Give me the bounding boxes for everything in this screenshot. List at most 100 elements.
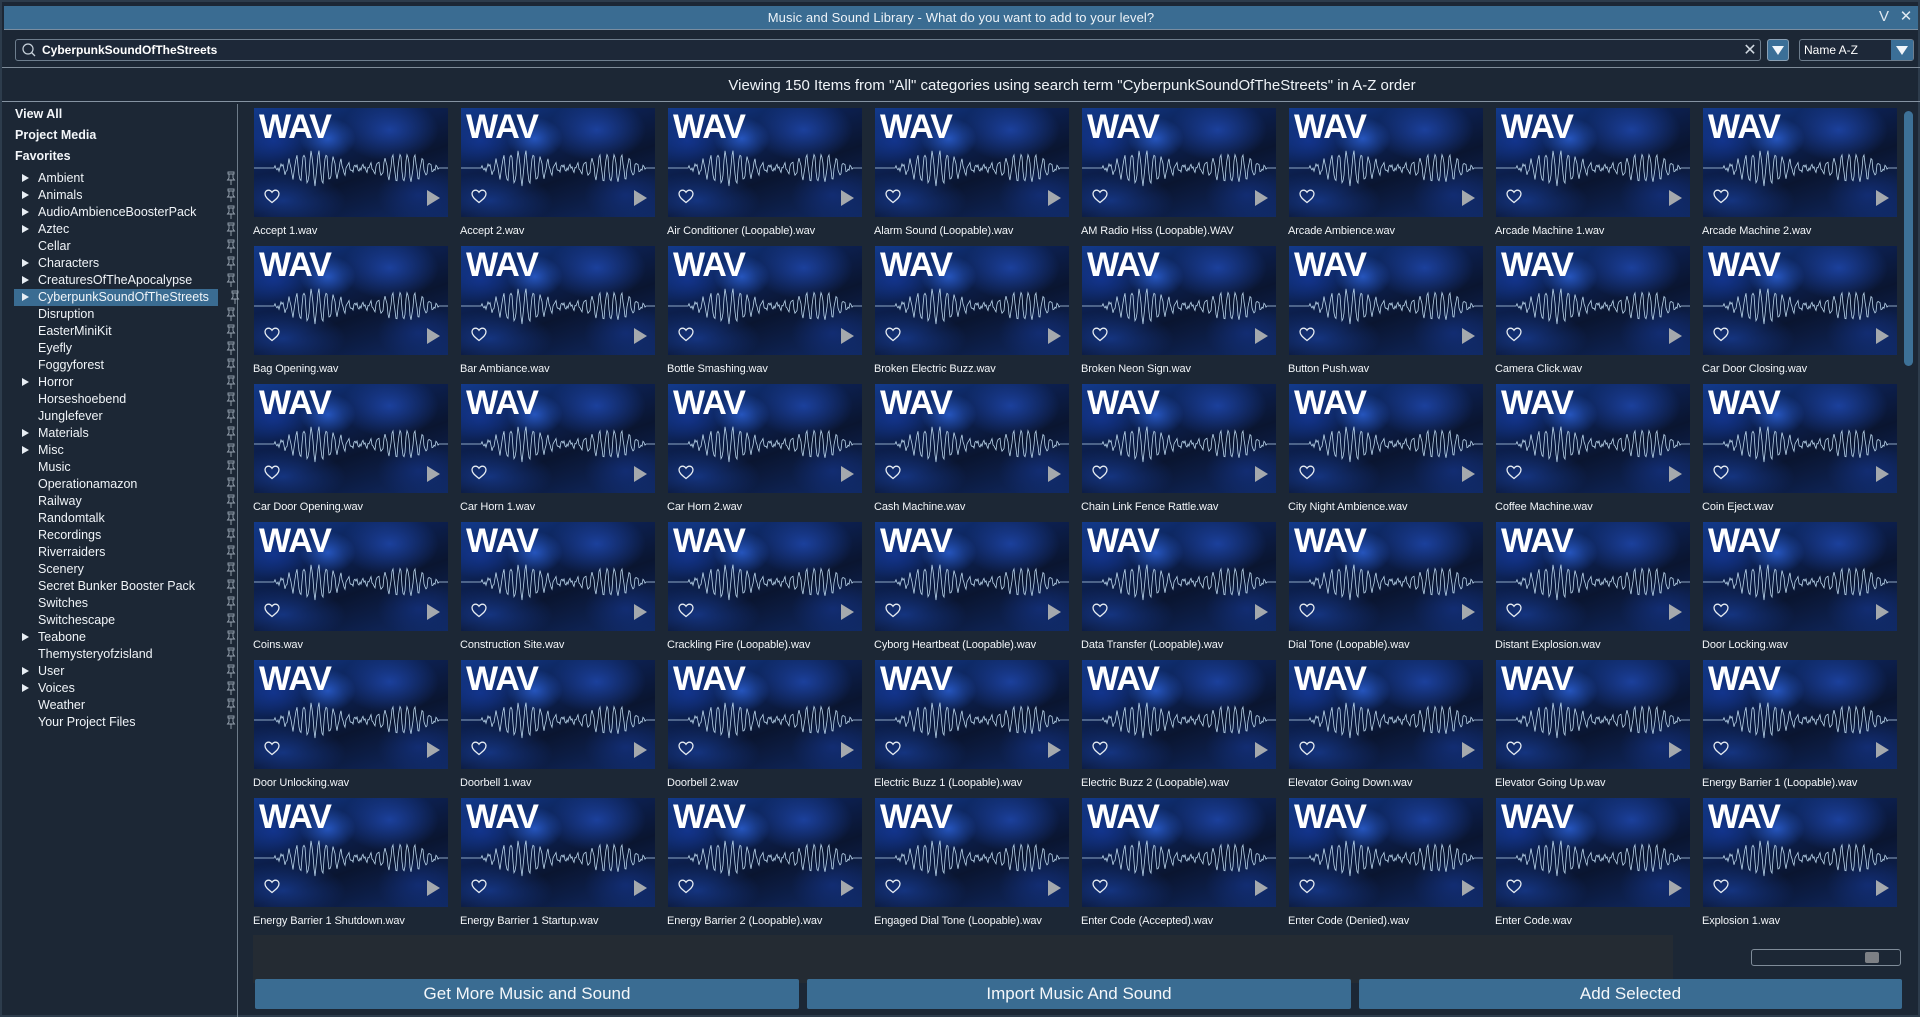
play-icon[interactable] xyxy=(427,604,440,620)
pin-icon[interactable] xyxy=(226,494,236,509)
expand-arrow-icon[interactable] xyxy=(22,378,29,386)
play-icon[interactable] xyxy=(1255,880,1268,896)
sound-item-card[interactable]: WAV Door Locking.wav xyxy=(1699,522,1899,656)
collapse-button[interactable]: V xyxy=(1876,8,1892,26)
play-icon[interactable] xyxy=(427,328,440,344)
sound-thumbnail[interactable]: WAV xyxy=(1082,522,1276,631)
favorite-heart-icon[interactable] xyxy=(1299,465,1315,480)
pin-icon[interactable] xyxy=(226,511,236,526)
sound-thumbnail[interactable]: WAV xyxy=(254,660,448,769)
sound-item-card[interactable]: WAV Car Horn 2.wav xyxy=(664,384,864,518)
play-icon[interactable] xyxy=(841,328,854,344)
sidebar-category-teabone[interactable]: Teabone xyxy=(10,629,236,646)
pin-icon[interactable] xyxy=(226,647,236,662)
pin-icon[interactable] xyxy=(226,613,236,628)
sound-thumbnail[interactable]: WAV xyxy=(1082,384,1276,493)
play-icon[interactable] xyxy=(841,190,854,206)
sidebar-category-switches[interactable]: Switches xyxy=(10,595,236,612)
favorite-heart-icon[interactable] xyxy=(1506,465,1522,480)
play-icon[interactable] xyxy=(1669,466,1682,482)
sound-thumbnail[interactable]: WAV xyxy=(668,384,862,493)
sidebar-category-eyefly[interactable]: Eyefly xyxy=(10,340,236,357)
sound-item-card[interactable]: WAV Explosion 1.wav xyxy=(1699,798,1899,932)
pin-icon[interactable] xyxy=(226,528,236,543)
pin-icon[interactable] xyxy=(226,375,236,390)
favorite-heart-icon[interactable] xyxy=(471,603,487,618)
sidebar-category-scenery[interactable]: Scenery xyxy=(10,561,236,578)
sound-thumbnail[interactable]: WAV xyxy=(461,798,655,907)
expand-arrow-icon[interactable] xyxy=(22,446,29,454)
play-icon[interactable] xyxy=(1876,328,1889,344)
favorite-heart-icon[interactable] xyxy=(678,465,694,480)
sound-item-card[interactable]: WAV Elevator Going Up.wav xyxy=(1492,660,1692,794)
expand-arrow-icon[interactable] xyxy=(22,191,29,199)
favorite-heart-icon[interactable] xyxy=(264,879,280,894)
sidebar-category-junglefever[interactable]: Junglefever xyxy=(10,408,236,425)
play-icon[interactable] xyxy=(841,742,854,758)
play-icon[interactable] xyxy=(841,466,854,482)
sound-thumbnail[interactable]: WAV xyxy=(875,522,1069,631)
play-icon[interactable] xyxy=(634,604,647,620)
sound-item-card[interactable]: WAV Cash Machine.wav xyxy=(871,384,1071,518)
play-icon[interactable] xyxy=(1462,880,1475,896)
favorite-heart-icon[interactable] xyxy=(1713,327,1729,342)
sound-thumbnail[interactable]: WAV xyxy=(1703,246,1897,355)
play-icon[interactable] xyxy=(841,880,854,896)
sound-item-card[interactable]: WAV Car Door Opening.wav xyxy=(250,384,450,518)
sidebar-category-operationamazon[interactable]: Operationamazon xyxy=(10,476,236,493)
pin-icon[interactable] xyxy=(226,273,236,288)
sound-thumbnail[interactable]: WAV xyxy=(1703,798,1897,907)
play-icon[interactable] xyxy=(427,190,440,206)
play-icon[interactable] xyxy=(1876,604,1889,620)
favorite-heart-icon[interactable] xyxy=(264,741,280,756)
sidebar-category-disruption[interactable]: Disruption xyxy=(10,306,236,323)
sound-item-card[interactable]: WAV Coffee Machine.wav xyxy=(1492,384,1692,518)
sound-item-card[interactable]: WAV Alarm Sound (Loopable).wav xyxy=(871,108,1071,242)
play-icon[interactable] xyxy=(1876,880,1889,896)
sound-item-card[interactable]: WAV Cyborg Heartbeat (Loopable).wav xyxy=(871,522,1071,656)
sound-item-card[interactable]: WAV Electric Buzz 1 (Loopable).wav xyxy=(871,660,1071,794)
sound-item-card[interactable]: WAV Button Push.wav xyxy=(1285,246,1485,380)
sidebar-category-horseshoebend[interactable]: Horseshoebend xyxy=(10,391,236,408)
sound-item-card[interactable]: WAV Bar Ambiance.wav xyxy=(457,246,657,380)
sort-dropdown[interactable]: Name A-Z xyxy=(1799,39,1914,61)
favorite-heart-icon[interactable] xyxy=(1506,327,1522,342)
sound-thumbnail[interactable]: WAV xyxy=(875,108,1069,217)
expand-arrow-icon[interactable] xyxy=(22,667,29,675)
sound-item-card[interactable]: WAV Elevator Going Down.wav xyxy=(1285,660,1485,794)
sound-item-card[interactable]: WAV Camera Click.wav xyxy=(1492,246,1692,380)
favorite-heart-icon[interactable] xyxy=(471,465,487,480)
sound-thumbnail[interactable]: WAV xyxy=(668,522,862,631)
sound-item-card[interactable]: WAV Doorbell 2.wav xyxy=(664,660,864,794)
favorite-heart-icon[interactable] xyxy=(1092,741,1108,756)
favorite-heart-icon[interactable] xyxy=(678,603,694,618)
sound-thumbnail[interactable]: WAV xyxy=(1496,108,1690,217)
favorite-heart-icon[interactable] xyxy=(1506,879,1522,894)
favorite-heart-icon[interactable] xyxy=(1092,327,1108,342)
play-icon[interactable] xyxy=(1255,604,1268,620)
pin-icon[interactable] xyxy=(226,426,236,441)
favorite-heart-icon[interactable] xyxy=(471,741,487,756)
sound-thumbnail[interactable]: WAV xyxy=(1289,660,1483,769)
sound-item-card[interactable]: WAV Crackling Fire (Loopable).wav xyxy=(664,522,864,656)
favorite-heart-icon[interactable] xyxy=(264,327,280,342)
favorite-heart-icon[interactable] xyxy=(885,465,901,480)
sidebar-category-switchescape[interactable]: Switchescape xyxy=(10,612,236,629)
expand-arrow-icon[interactable] xyxy=(22,293,29,301)
favorite-heart-icon[interactable] xyxy=(1506,741,1522,756)
sidebar-category-materials[interactable]: Materials xyxy=(10,425,236,442)
favorite-heart-icon[interactable] xyxy=(1299,603,1315,618)
sound-item-card[interactable]: WAV Energy Barrier 1 Shutdown.wav xyxy=(250,798,450,932)
sound-thumbnail[interactable]: WAV xyxy=(1496,384,1690,493)
sound-item-card[interactable]: WAV Door Unlocking.wav xyxy=(250,660,450,794)
sound-item-card[interactable]: WAV Electric Buzz 2 (Loopable).wav xyxy=(1078,660,1278,794)
sound-item-card[interactable]: WAV Arcade Ambience.wav xyxy=(1285,108,1485,242)
play-icon[interactable] xyxy=(1048,604,1061,620)
sound-item-card[interactable]: WAV Accept 1.wav xyxy=(250,108,450,242)
import-music-button[interactable]: Import Music And Sound xyxy=(807,979,1351,1009)
expand-arrow-icon[interactable] xyxy=(22,208,29,216)
sidebar-category-ambient[interactable]: Ambient xyxy=(10,170,236,187)
sound-thumbnail[interactable]: WAV xyxy=(668,246,862,355)
pin-icon[interactable] xyxy=(226,307,236,322)
sidebar-category-misc[interactable]: Misc xyxy=(10,442,236,459)
